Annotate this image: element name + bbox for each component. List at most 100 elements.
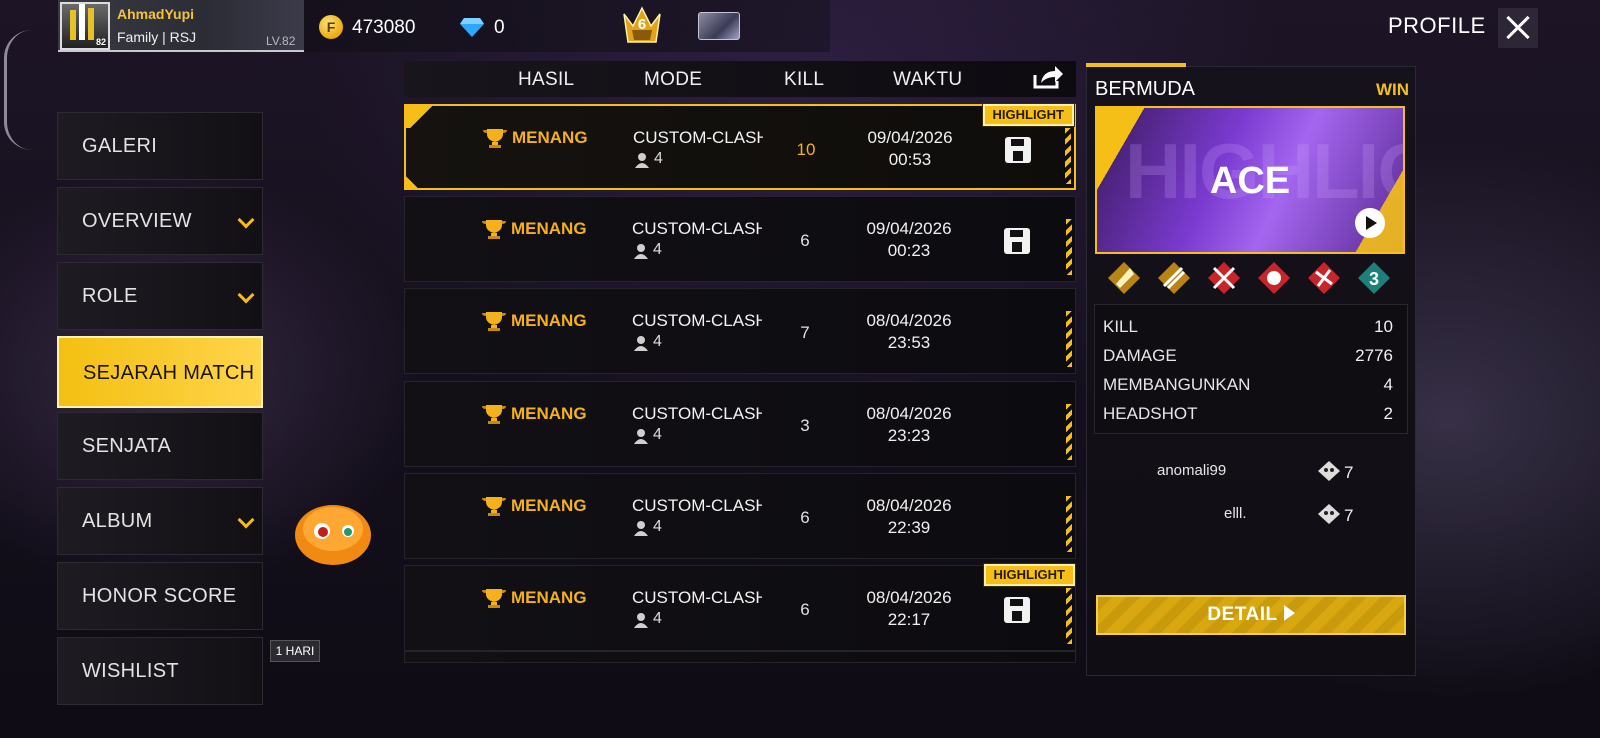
squad-size: 4 [653,241,662,258]
stat-value-headshot: 2 [1383,404,1393,423]
table-row[interactable]: MENANG CUSTOM-CLASH S 4 6 08/04/2026 22:39 [404,473,1076,559]
match-time: 00:53 [888,150,932,169]
diamond-icon [460,18,484,37]
medal-icon[interactable] [1256,260,1292,296]
save-icon[interactable] [1003,227,1031,255]
row-stripe-decor [1066,496,1072,552]
rank-number: 6 [637,16,647,33]
table-row[interactable]: MENANG CUSTOM-CLASH S 4 10 09/04/2026 00:53 HI… [404,103,1076,190]
table-row[interactable]: MENANG CUSTOM-CLASH S 4 6 08/04/2026 22:17 HIG… [404,563,1076,651]
match-time: 22:17 [887,610,931,629]
save-icon[interactable] [1004,136,1032,164]
highlight-badge: HIGHLIGHT [981,103,1075,127]
sidebar-item-label: ROLE [82,285,138,307]
match-kills: 6 [800,231,810,250]
highlight-video-card[interactable]: HIGHLIGHT ACE [1095,106,1405,254]
column-header-kill: KILL [784,69,825,90]
column-header-result: HASIL [518,69,575,90]
squad-size: 4 [653,426,662,443]
medal-icon[interactable] [1156,260,1192,296]
sidebar-item-overview[interactable]: OVERVIEW [57,187,263,255]
table-row[interactable]: MENANG CUSTOM-CLASH S 4 6 09/04/2026 00:23 [404,196,1076,282]
trophy-icon [482,312,506,331]
squad-size: 4 [653,333,662,350]
sidebar-item-album[interactable]: ALBUM [57,487,263,555]
match-result: MENANG [512,128,588,147]
column-header-mode: MODE [644,69,703,90]
skull-icon [1318,504,1340,524]
player-guild: Family | RSJ [117,29,197,45]
teammate-name[interactable]: anomali99 [1157,462,1226,479]
trophy-icon [482,220,506,239]
stat-value-damage: 2776 [1355,346,1393,365]
sidebar-item-wishlist[interactable]: WISHLIST [57,637,263,705]
squad-size: 4 [653,610,662,627]
stat-label-headshot: HEADSHOT [1103,404,1198,423]
match-time: 00:23 [887,241,931,260]
match-date: 09/04/2026 [867,128,953,147]
detail-button[interactable]: DETAIL [1096,595,1406,635]
medal-icon[interactable]: 3 [1356,260,1392,296]
chevron-down-icon [237,511,255,529]
match-mode: CUSTOM-CLASH S [632,496,762,515]
sidebar-item-label: HONOR SCORE [82,585,237,607]
sidebar-item-role[interactable]: ROLE [57,262,263,330]
close-icon[interactable] [1498,8,1538,48]
stat-label-revives: MEMBANGUNKAN [1103,375,1251,394]
sidebar-item-honor-score[interactable]: HONOR SCORE [57,562,263,630]
row-stripe-decor [1066,219,1072,275]
teammate-kills: 7 [1344,506,1354,525]
match-date: 08/04/2026 [866,496,952,515]
person-icon [634,244,648,259]
selected-corner-decor [406,106,436,128]
detail-button-label: DETAIL [1207,604,1278,625]
sidebar-item-label: SENJATA [82,435,172,457]
person-icon [634,429,648,444]
match-kills: 7 [800,323,810,342]
match-time: 23:23 [887,426,931,445]
map-name: BERMUDA [1095,78,1196,100]
teammate-kills: 7 [1344,463,1354,482]
trophy-icon [482,405,506,424]
stat-value-revives: 4 [1383,375,1393,394]
trophy-icon [483,129,507,148]
table-row[interactable]: MENANG CUSTOM-CLASH S 4 7 08/04/2026 23:53 [404,288,1076,374]
save-icon[interactable] [1003,596,1031,624]
row-stripe-decor [1066,311,1072,367]
medal-icon[interactable] [1106,260,1142,296]
match-result: MENANG [511,496,587,515]
chevron-down-icon [237,286,255,304]
coin-count: 473080 [352,17,416,38]
table-row[interactable]: MENANG CUSTOM-CLASH S 4 3 08/04/2026 23:23 [404,381,1076,467]
sidebar-item-sejarah-match[interactable]: SEJARAH MATCH [57,336,263,408]
match-time: 22:39 [887,518,931,537]
sidebar-item-senjata[interactable]: SENJATA [57,412,263,480]
teammate-name[interactable]: elll. [1224,505,1247,522]
sidebar-item-galeri[interactable]: GALERI [57,112,263,180]
match-kills: 10 [796,140,816,159]
stat-value-kill: 10 [1374,317,1393,336]
player-avatar[interactable]: 82 [60,2,110,50]
player-level: LV.82 [266,34,296,48]
medal-icon[interactable] [1306,260,1342,296]
player-name: AhmadYupi [117,6,195,22]
share-icon[interactable] [1031,63,1065,91]
sidebar-item-label: WISHLIST [82,660,179,682]
person-icon [635,153,649,168]
match-date: 08/04/2026 [866,311,952,330]
play-icon[interactable] [1355,208,1385,238]
page-title: PROFILE [1388,13,1486,38]
row-stripe-decor [1065,128,1071,184]
pet-mascot-icon[interactable] [290,495,376,567]
match-table-header [404,61,1076,97]
match-date: 08/04/2026 [866,588,952,607]
stat-label-kill: KILL [1103,317,1138,336]
match-mode: CUSTOM-CLASH S [632,404,762,423]
match-mode: CUSTOM-CLASH S [632,311,762,330]
sidebar-item-label: GALERI [82,135,158,157]
match-mode: CUSTOM-CLASH S [633,128,763,147]
membership-card-icon[interactable] [698,12,740,40]
medal-icon[interactable] [1206,260,1242,296]
person-icon [634,521,648,536]
match-mode: CUSTOM-CLASH S [632,219,762,238]
